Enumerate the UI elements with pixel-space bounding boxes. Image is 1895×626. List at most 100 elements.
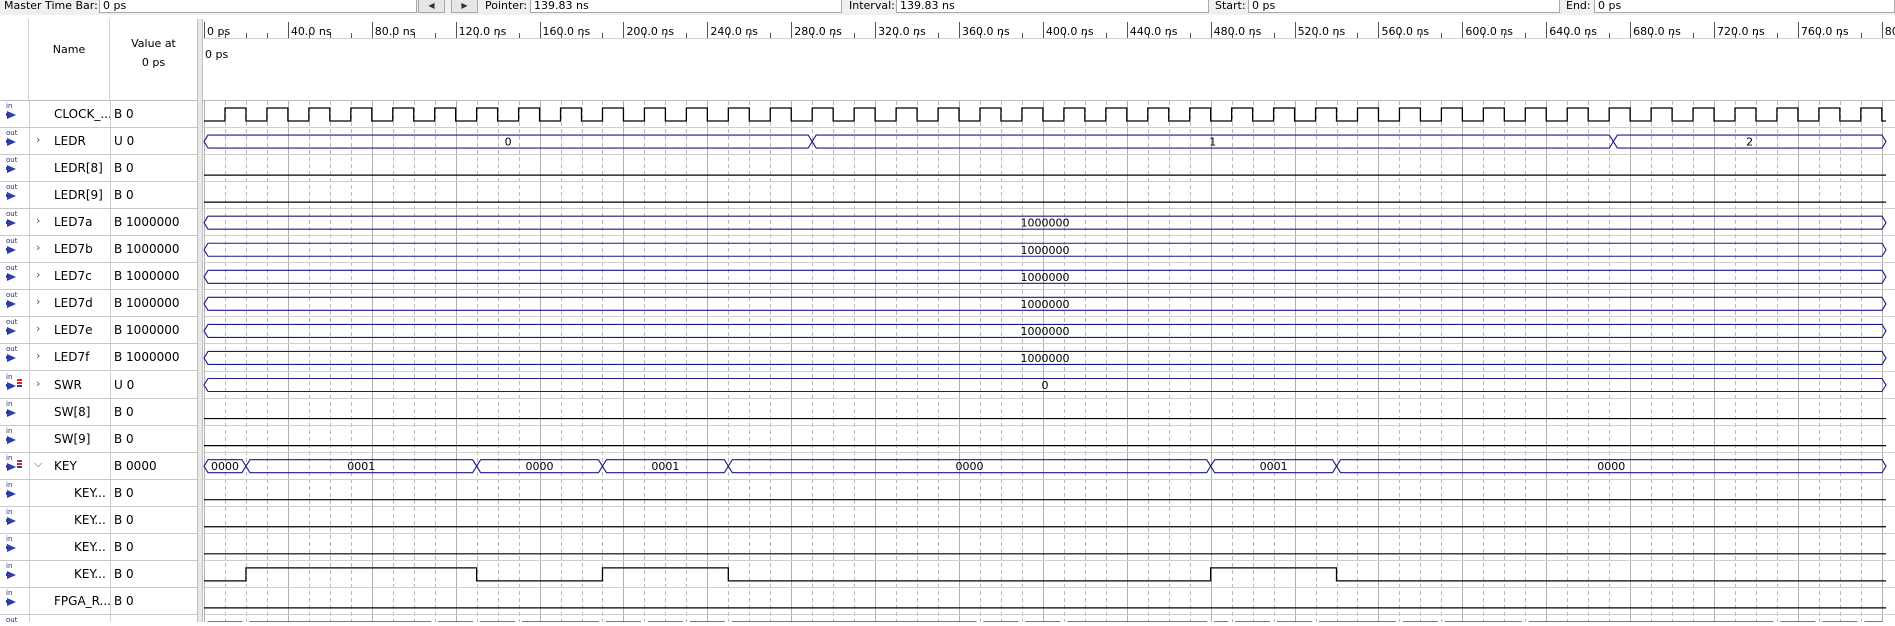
signal-row[interactable]: inKEY...B 0 [0,534,197,561]
signal-row[interactable]: in⌵KEYB 0000 [0,453,197,480]
expand-chevron-icon[interactable]: › [36,295,40,308]
signal-row[interactable]: out›LED7bB 1000000 [0,236,197,263]
bus-value-label: 0 [505,136,512,149]
bus-value-label: 0000 [1597,460,1625,473]
signal-name: CLOCK_... [54,107,112,121]
collapse-chevron-icon[interactable]: ⌵ [34,457,42,471]
right-arrow-icon[interactable]: ▶ [451,0,478,13]
value-column-header[interactable]: Value at 0 ps [110,19,197,101]
signal-name: KEY... [74,486,106,500]
time-tick-label: 280.0 ns [794,25,842,38]
bus-value-label: 0 [1042,379,1049,392]
signal-value: B 0 [110,534,197,560]
input-pin-icon: in [0,507,30,533]
time-tick-label: 400.0 ns [1046,25,1094,38]
time-tick-label: 480.0 ns [1214,25,1262,38]
signal-value: B 1000000 [110,236,197,262]
signal-row[interactable]: outLEDR[9]B 0 [0,182,197,209]
time-tick-label: 80.0 ns [375,25,416,38]
pin-direction-label: in [6,455,12,462]
signal-row[interactable]: inSW[9]B 0 [0,426,197,453]
input-pin-icon: in [0,426,30,452]
signal-row[interactable]: outLEDR[8]B 0 [0,155,197,182]
pointer-field[interactable]: 139.83 ns [530,0,842,13]
time-tick-label: 440.0 ns [1130,25,1178,38]
signal-value: B 1000000 [110,209,197,235]
signal-name: KEY... [74,513,106,527]
signal-row[interactable]: inKEY...B 0 [0,480,197,507]
signal-row[interactable]: out›LEDRU 0 [0,128,197,155]
output-pin-icon: out [0,236,30,262]
start-field[interactable]: 0 ps [1248,0,1560,13]
expand-chevron-icon[interactable]: › [36,214,40,227]
icon-column-header [0,19,29,101]
signal-name: LED7e [54,323,93,337]
signal-value: B 0 [110,507,197,533]
signal-row[interactable]: out › LED7d B 1000000 [0,290,197,317]
output-pin-icon: out [0,209,30,235]
pin-direction-label: in [6,509,12,516]
toolbar: Master Time Bar: 0 ps ◀ ▶ Pointer: 139.8… [0,0,1895,15]
waveform-canvas[interactable]: 0 ps40.0 ns80.0 ns120.0 ns160.0 ns200.0 … [203,19,1895,622]
signal-value: B 0 [110,101,197,127]
signal-row[interactable]: in KEY... B 0 [0,507,197,534]
output-pin-icon: out [0,290,30,316]
output-pin-icon: out [0,182,30,208]
waveform[interactable] [204,108,1886,121]
signal-name: LED7a [54,215,93,229]
signal-row[interactable]: in CLOCK_...B 0 [0,101,197,128]
signal-row[interactable]: inKEY...B 0 [0,561,197,588]
bus-value-label: 1000000 [1021,298,1070,311]
end-field[interactable]: 0 ps [1594,0,1895,13]
expand-chevron-icon[interactable]: › [36,241,40,254]
pin-direction-label: out [6,238,17,245]
signal-row[interactable]: out›LED7eB 1000000 [0,317,197,344]
signal-name: KEY... [74,567,106,581]
input-pin-icon: in [0,372,30,398]
signal-name: SW[8] [54,405,90,419]
pin-direction-label: out [6,265,17,272]
value-time-label: 0 ps [110,53,197,72]
name-column-header[interactable]: Name [29,19,110,101]
master-time-bar-field[interactable]: 0 ps [99,0,417,13]
expand-chevron-icon[interactable]: › [36,322,40,335]
signal-row[interactable]: out›LED7fB 1000000 [0,344,197,371]
signal-row[interactable]: inFPGA_R...B 0 [0,588,197,615]
bus-value-label: 0001 [651,460,679,473]
signal-value: B 1000000 [110,344,197,370]
signal-name: LEDR [54,134,86,148]
time-tick-label: 120.0 ns [459,25,507,38]
signal-name: FPGA_R... [54,594,111,608]
pin-direction-label: out [6,130,17,137]
signal-name: LED7d [54,296,93,310]
master-time-bar-label: Master Time Bar: [4,0,98,12]
signal-value: B 1000000 [110,263,197,289]
input-pin-icon: in [0,101,30,127]
expand-chevron-icon[interactable]: › [36,349,40,362]
pointer-label: Pointer: [485,0,527,12]
time-tick-label: 320.0 ns [878,25,926,38]
signal-row[interactable]: out › LED7a B 1000000 [0,209,197,236]
input-pin-icon: in [0,534,30,560]
pin-direction-label: out [6,346,17,353]
expand-chevron-icon[interactable]: › [36,377,40,390]
pin-direction-label: out [6,157,17,164]
time-tick-label: 720.0 ns [1717,25,1765,38]
signal-row[interactable]: out›LED7cB 1000000 [0,263,197,290]
signal-row[interactable]: in›SWRU 0 [0,372,197,399]
time-tick-label: 600.0 ns [1465,25,1513,38]
pin-direction-label: out [6,617,17,622]
time-tick-label: 360.0 ns [962,25,1010,38]
interval-field[interactable]: 139.83 ns [896,0,1209,13]
waveform-panel[interactable]: 0 ps40.0 ns80.0 ns120.0 ns160.0 ns200.0 … [203,19,1895,622]
signal-row[interactable]: out›DEBUGB 0000Z00 [0,615,197,622]
signal-row[interactable]: inSW[8]B 0 [0,399,197,426]
pin-direction-label: in [6,536,12,543]
bus-value-label: 1000000 [1021,271,1070,284]
time-tick-label: 200.0 ns [626,25,674,38]
signal-value: B 1000000 [110,290,197,316]
expand-chevron-icon[interactable]: › [36,268,40,281]
left-arrow-icon[interactable]: ◀ [418,0,445,13]
input-pin-icon: in [0,561,30,587]
expand-chevron-icon[interactable]: › [36,133,40,146]
